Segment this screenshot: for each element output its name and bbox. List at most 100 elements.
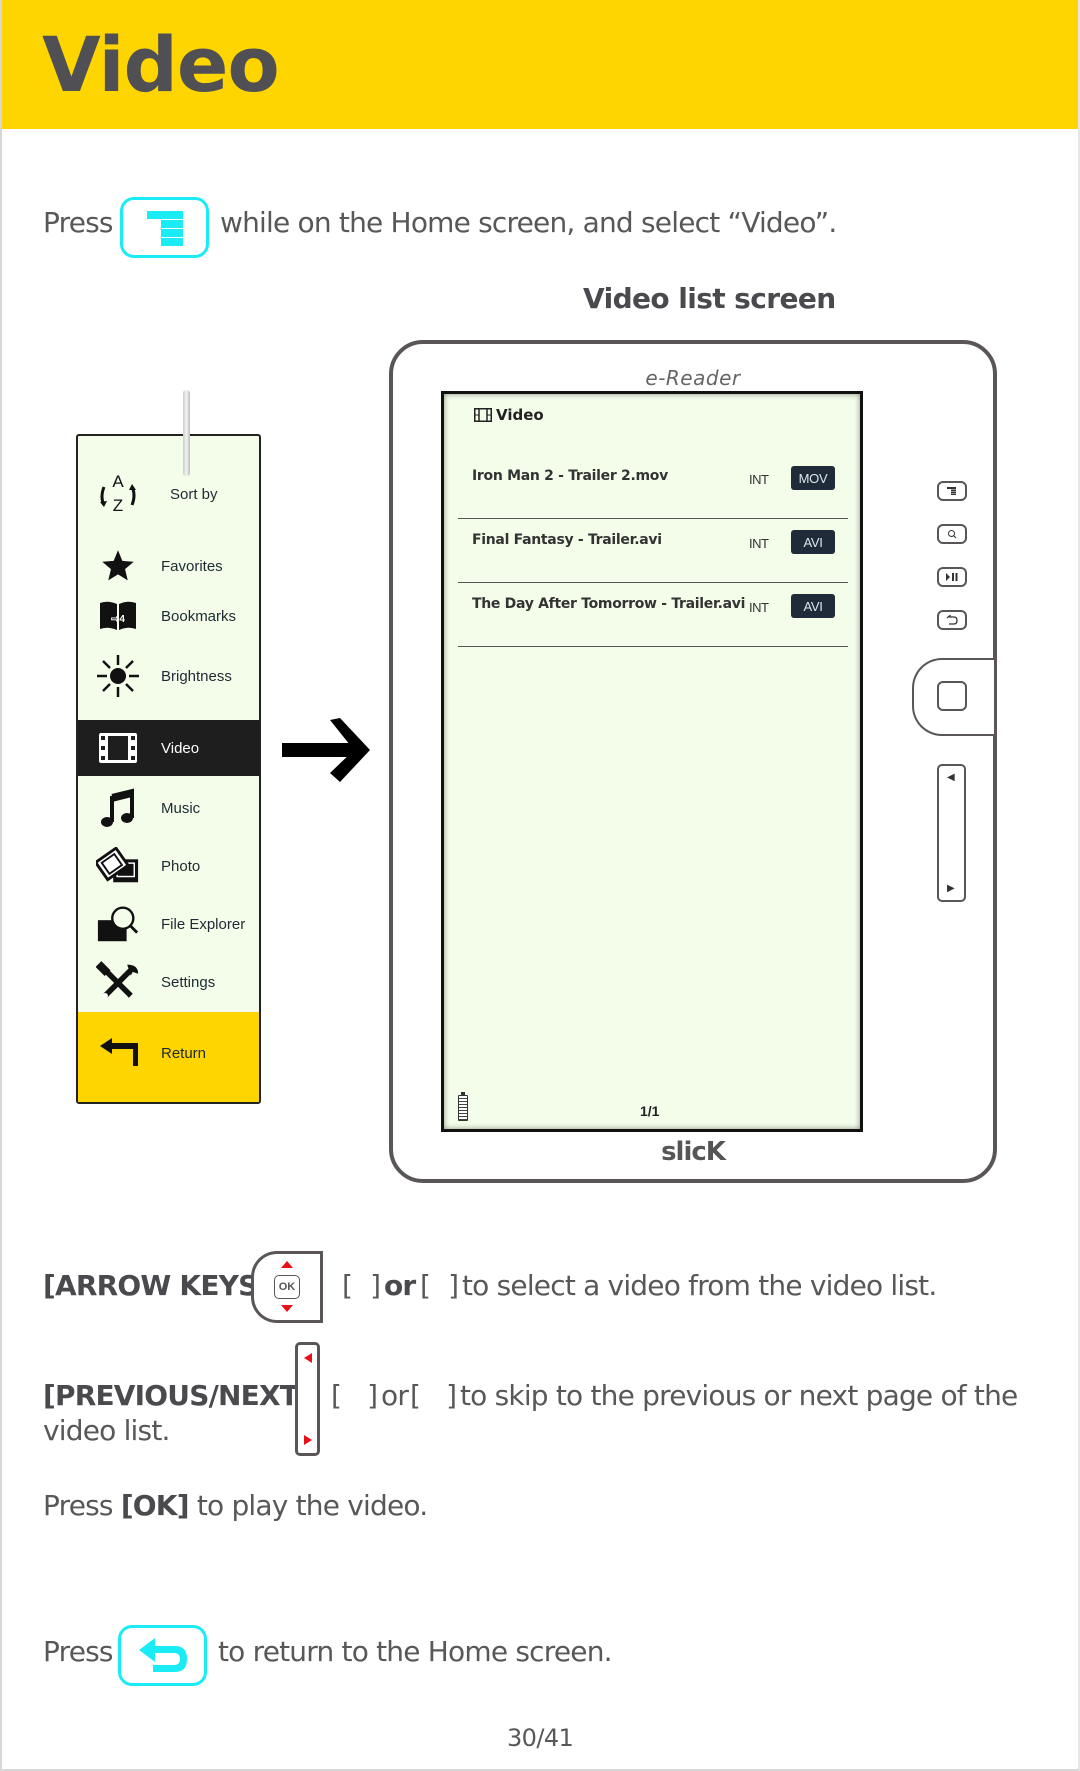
file-location: INT	[749, 536, 769, 551]
pointer-needle	[183, 390, 190, 476]
back-icon	[139, 1638, 187, 1672]
next-arrow-icon	[304, 1435, 312, 1445]
return-press-label: Press	[43, 1635, 113, 1668]
ok-instruction: Press [OK] to play the video.	[43, 1489, 428, 1522]
menu-item-file-explorer[interactable]: File Explorer	[78, 898, 259, 950]
device-ok-button[interactable]	[937, 681, 967, 711]
bookmark-book-icon: ⇨4	[96, 594, 140, 638]
svg-text:Z: Z	[113, 496, 123, 515]
file-location: INT	[749, 600, 769, 615]
prev-next-illustration	[295, 1342, 320, 1456]
file-type-badge: AVI	[791, 530, 835, 554]
menu-item-label: Settings	[161, 973, 216, 991]
menu-item-label: Return	[161, 1045, 207, 1062]
device-zoom-button[interactable]	[937, 524, 967, 544]
zoom-icon	[948, 530, 957, 539]
file-type-badge: AVI	[791, 594, 835, 618]
intro-text: while on the Home screen, and select “Vi…	[220, 206, 837, 239]
arrow-keys-label: [ARROW KEYS]	[43, 1269, 270, 1302]
photo-icon	[96, 844, 140, 888]
page-prev-icon[interactable]: ◀	[947, 772, 955, 783]
sort-az-icon: A Z	[96, 472, 140, 516]
menu-item-music[interactable]: Music	[78, 782, 259, 834]
svg-text:⇨4: ⇨4	[111, 614, 125, 625]
arrow-keys-text: to select a video from the video list.	[462, 1269, 937, 1302]
arrow-keys-bracket-2: []	[420, 1269, 459, 1302]
device-play-pause-button[interactable]	[937, 567, 967, 587]
ok-key-icon: OK	[274, 1275, 300, 1299]
page-next-icon[interactable]: ▶	[947, 883, 955, 894]
menu-item-sort-by[interactable]: A Z Sort by	[78, 464, 259, 524]
menu-item-label: Bookmarks	[161, 607, 237, 625]
ok-key-label: [OK]	[120, 1489, 190, 1522]
page-header: Video	[0, 0, 1080, 129]
screen-title: Video	[474, 406, 544, 424]
device-brand-top: e-Reader	[645, 366, 741, 390]
menu-item-favorites[interactable]: Favorites	[78, 540, 259, 592]
file-name: The Day After Tomorrow - Trailer.avi	[472, 596, 746, 612]
arrow-keys-or: or	[384, 1269, 416, 1302]
menu-item-bookmarks[interactable]: ⇨4 Bookmarks	[78, 590, 259, 642]
menu-icon	[947, 487, 956, 495]
prev-arrow-icon	[304, 1353, 312, 1363]
file-list-row[interactable]: Iron Man 2 - Trailer 2.mov INT MOV	[458, 454, 848, 519]
menu-button-illustration	[120, 197, 209, 258]
play-pause-icon	[946, 573, 958, 581]
menu-item-label: Brightness	[161, 667, 232, 685]
options-menu: A Z Sort by Favorites ⇨4 Bookmarks Brigh…	[76, 434, 261, 1104]
page-indicator: 1/1	[640, 1103, 660, 1119]
menu-item-video[interactable]: Video	[78, 720, 259, 776]
sun-icon	[96, 654, 140, 698]
device-ok-pad[interactable]	[912, 658, 994, 736]
music-note-icon	[96, 786, 140, 830]
right-arrow-icon	[282, 718, 370, 782]
menu-item-label: Video	[161, 739, 200, 757]
back-button-illustration	[118, 1625, 207, 1686]
device-menu-button[interactable]	[937, 481, 967, 501]
return-arrow-icon	[100, 1038, 142, 1071]
file-name: Iron Man 2 - Trailer 2.mov	[472, 468, 668, 484]
menu-icon	[147, 211, 183, 246]
down-arrow-icon	[281, 1305, 293, 1312]
page-title: Video	[42, 20, 280, 109]
menu-item-label: File Explorer	[161, 915, 246, 933]
menu-item-label: Photo	[161, 857, 201, 875]
film-icon	[96, 726, 140, 770]
prev-next-or: or	[381, 1379, 409, 1412]
file-list-row[interactable]: The Day After Tomorrow - Trailer.avi INT…	[458, 582, 848, 647]
star-icon	[96, 544, 140, 588]
film-icon	[474, 408, 492, 422]
menu-item-photo[interactable]: Photo	[78, 840, 259, 892]
arrow-keys-bracket-1: []	[342, 1269, 381, 1302]
return-text: to return to the Home screen.	[218, 1635, 613, 1668]
section-title: Video list screen	[583, 282, 836, 315]
menu-item-label: Music	[161, 799, 201, 817]
menu-item-settings[interactable]: Settings	[78, 956, 259, 1008]
prev-next-bracket-2: []	[410, 1379, 457, 1412]
menu-item-brightness[interactable]: Brightness	[78, 650, 259, 702]
device-page-rocker[interactable]: ◀ ▶	[937, 764, 966, 902]
menu-item-label: Favorites	[161, 557, 223, 575]
prev-next-bracket-1: []	[331, 1379, 378, 1412]
svg-text:A: A	[112, 472, 124, 491]
menu-item-return[interactable]: Return	[78, 1012, 259, 1102]
file-name: Final Fantasy - Trailer.avi	[472, 532, 662, 548]
file-list-row[interactable]: Final Fantasy - Trailer.avi INT AVI	[458, 518, 848, 583]
prev-next-label: [PREVIOUS/NEXT]	[43, 1379, 311, 1412]
arrow-keys-illustration: OK	[251, 1251, 323, 1323]
prev-next-text-line2: video list.	[43, 1414, 170, 1447]
file-location: INT	[749, 472, 769, 487]
device-screen: Video Iron Man 2 - Trailer 2.mov INT MOV…	[441, 391, 863, 1132]
device-brand-bottom: slicK	[661, 1137, 726, 1167]
menu-item-label: Sort by	[170, 485, 218, 503]
page-number: 30/41	[507, 1724, 574, 1752]
device-back-button[interactable]	[937, 610, 967, 630]
battery-icon	[458, 1092, 468, 1121]
file-type-badge: MOV	[791, 466, 835, 490]
folder-search-icon	[96, 902, 140, 946]
up-arrow-icon	[281, 1261, 293, 1268]
tools-icon	[96, 960, 140, 1004]
prev-next-text: to skip to the previous or next page of …	[460, 1379, 1018, 1412]
intro-press-label: Press	[43, 206, 113, 239]
back-icon	[946, 615, 958, 625]
